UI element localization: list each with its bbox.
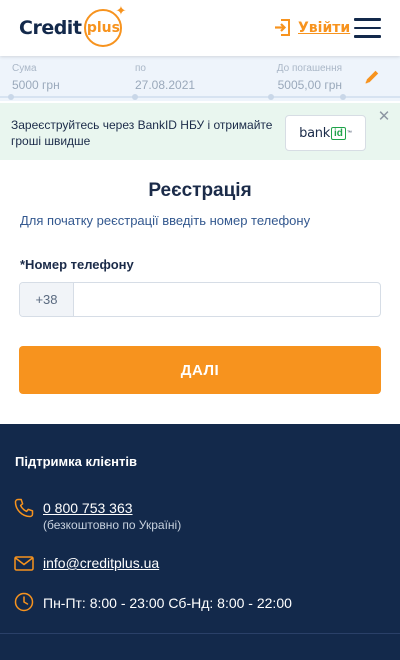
support-phone-note: (безкоштовно по Україні) [43, 518, 182, 532]
support-email-link[interactable]: info@creditplus.ua [43, 555, 159, 571]
phone-field: +38 [19, 282, 381, 317]
bankid-id-box: id [330, 126, 346, 140]
bankid-banner: Зареєструйтесь через BankID НБУ і отрима… [0, 103, 400, 160]
loan-summary-bar[interactable]: Сума 5000 грн по 27.08.2021 До погашення… [0, 56, 400, 101]
footer-divider [0, 633, 400, 634]
login-link[interactable]: Увійти [274, 19, 350, 36]
clock-icon [14, 592, 34, 612]
loan-date-label: по [135, 63, 146, 74]
support-hours: Пн-Пт: 8:00 - 23:00 Сб-Нд: 8:00 - 22:00 [43, 595, 292, 611]
support-phone-link[interactable]: 0 800 753 363 [43, 500, 133, 516]
login-arrow-icon [275, 19, 290, 36]
phone-country-prefix: +38 [20, 283, 74, 316]
logo-word: Credit [19, 17, 82, 39]
slider-dot [132, 94, 138, 100]
footer: Підтримка клієнтів 0 800 753 363 (безкош… [0, 424, 400, 660]
logo-circle: plus ✦ [84, 3, 126, 47]
creditplus-logo[interactable]: Credit plus ✦ [19, 3, 126, 47]
login-label: Увійти [298, 19, 351, 36]
loan-date-value: 27.08.2021 [135, 78, 196, 92]
bankid-trademark: ™ [346, 130, 352, 136]
loan-repay: До погашення 5005,00 грн [277, 63, 342, 93]
next-button[interactable]: ДАЛІ [19, 346, 381, 394]
slider-dot [340, 94, 346, 100]
loan-repay-label: До погашення [276, 63, 342, 74]
loan-amount-value: 5000 грн [12, 78, 60, 92]
loan-date: по 27.08.2021 [135, 63, 195, 93]
logo-star-icon: ✦ [115, 3, 127, 18]
mail-icon [14, 556, 34, 571]
slider-dot [268, 94, 274, 100]
registration-subtitle: Для початку реєстрації введіть номер тел… [20, 213, 311, 228]
bankid-banner-text: Зареєструйтесь через BankID НБУ і отрима… [11, 118, 273, 148]
slider-dot [8, 94, 14, 100]
page-title: Реєстрація [148, 180, 252, 201]
support-title: Підтримка клієнтів [15, 454, 138, 469]
loan-amount-label: Сума [12, 63, 37, 74]
phone-icon [14, 498, 34, 518]
bankid-button[interactable]: bank id ™ [285, 115, 366, 151]
hamburger-menu-icon[interactable] [354, 18, 381, 38]
loan-amount: Сума 5000 грн [12, 63, 60, 93]
summary-slider-track [0, 94, 400, 100]
bankid-word: bank [299, 125, 330, 141]
phone-field-label: *Номер телефону [20, 257, 134, 272]
loan-repay-value: 5005,00 грн [277, 78, 342, 92]
logo-circle-word: plus [86, 20, 120, 36]
close-icon[interactable]: ✕ [377, 109, 391, 124]
top-header: Credit plus ✦ Увійти [0, 0, 400, 56]
pencil-icon[interactable] [363, 68, 381, 86]
phone-input[interactable] [75, 283, 380, 316]
